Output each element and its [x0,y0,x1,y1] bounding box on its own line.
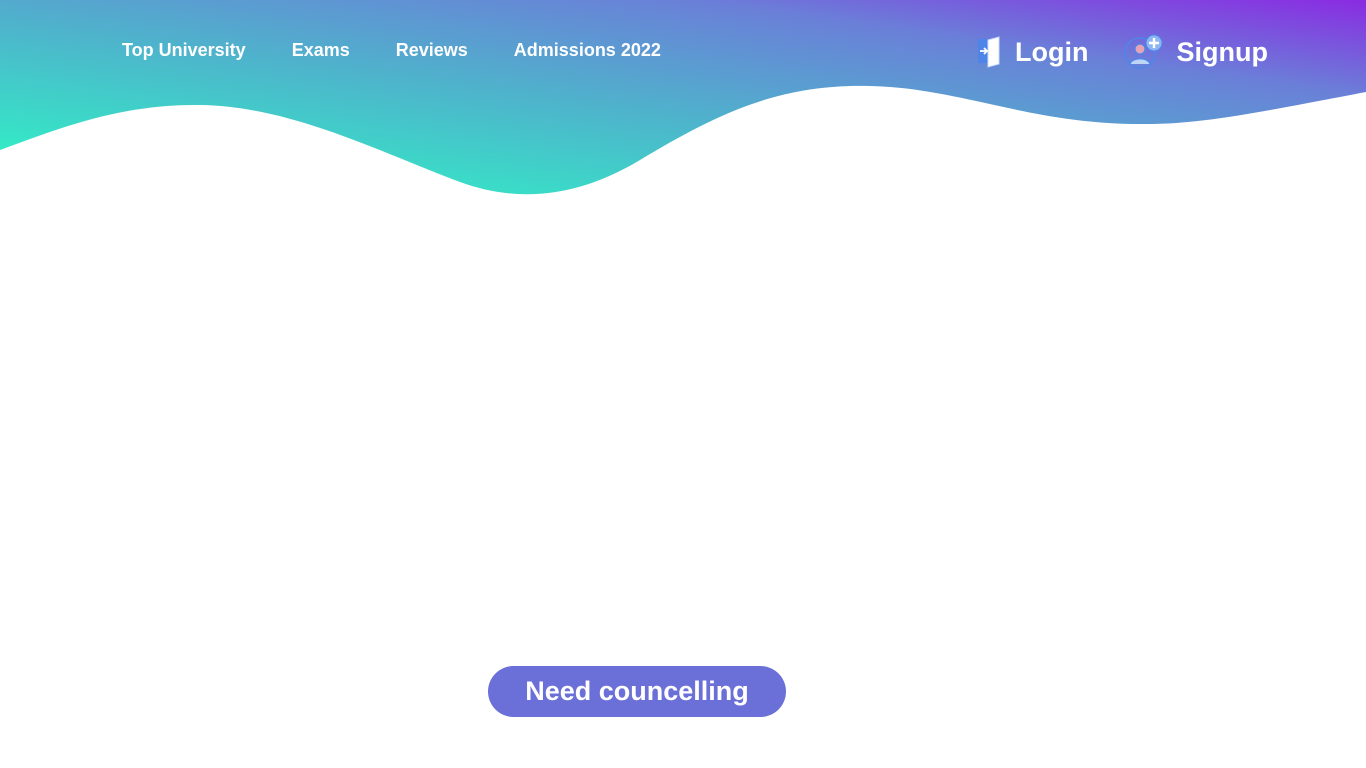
nav-item-top-university[interactable]: Top University [122,40,246,61]
login-label: Login [1015,36,1089,67]
nav-item-reviews[interactable]: Reviews [396,40,468,61]
auth-links: Login Signup [977,34,1268,70]
nav-item-exams[interactable]: Exams [292,40,350,61]
add-user-icon [1123,34,1165,70]
signup-label: Signup [1176,36,1268,67]
page: Top University Exams Reviews Admissions … [0,0,1366,768]
header-wave-background [0,0,1366,195]
signup-button[interactable]: Signup [1123,34,1268,70]
need-counselling-button[interactable]: Need councelling [488,666,786,717]
main-nav: Top University Exams Reviews Admissions … [122,40,707,61]
login-door-icon [977,36,1003,68]
login-button[interactable]: Login [977,36,1089,68]
nav-item-admissions-2022[interactable]: Admissions 2022 [514,40,661,61]
